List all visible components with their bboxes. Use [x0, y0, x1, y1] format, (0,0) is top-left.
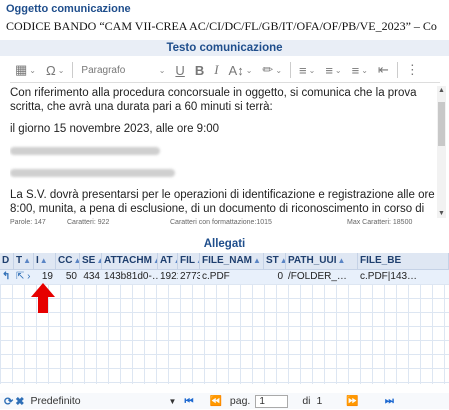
chevron-down-icon: ▼	[168, 396, 177, 406]
editor-paragraph: La S.V. dovrà presentarsi per le operazi…	[10, 189, 435, 215]
settings-icon[interactable]: ✖	[15, 395, 24, 408]
download-icon[interactable]: ↰	[0, 270, 14, 284]
column-header[interactable]: I▲	[34, 253, 56, 269]
font-size-icon[interactable]: A↕ ⌄	[224, 59, 258, 81]
italic-icon[interactable]: I	[209, 59, 223, 81]
message-editor[interactable]: Con riferimento alla procedura concorsua…	[10, 86, 435, 218]
column-header[interactable]: ST▲	[264, 253, 286, 269]
char-count: Caratteri: 922	[67, 219, 110, 226]
first-page-icon[interactable]: ⏮	[184, 396, 193, 407]
column-header[interactable]: PATH_UUI▲	[286, 253, 358, 269]
column-header[interactable]: CC▲	[56, 253, 80, 269]
table-row[interactable]: ↰ ⇱ › 19 50 434 143b81d0-… 1921 2773 c.P…	[0, 270, 449, 284]
layout-select-value: Predefinito	[30, 394, 81, 407]
column-header[interactable]: FIL▲	[178, 253, 200, 269]
char-formatted-count: Caratteri con formattazione:1015	[170, 219, 272, 226]
more-options-icon[interactable]: ⋮	[401, 59, 424, 81]
column-header[interactable]: T▲	[14, 253, 34, 269]
align-icon[interactable]: ≡ ⌄	[347, 59, 373, 81]
table-cell: 434	[83, 271, 100, 282]
column-header[interactable]: ATTACHM▲	[102, 253, 158, 269]
grid-header: D T▲ I▲ CC▲ SE▲ ATTACHM▲ AT▲ FIL▲ FILE_N…	[0, 253, 449, 270]
toolbar-separator	[72, 62, 74, 78]
scroll-thumb[interactable]	[438, 102, 445, 146]
editor-counters: Parole: 147 Caratteri: 922 Caratteri con…	[10, 219, 440, 229]
scroll-down-icon[interactable]: ▼	[437, 209, 446, 218]
empty-grid-area	[0, 284, 449, 384]
previous-page-icon[interactable]: ⏪	[209, 396, 221, 407]
toolbar-separator	[396, 62, 398, 78]
scroll-up-icon[interactable]: ▲	[437, 86, 446, 95]
column-header[interactable]: D	[0, 253, 14, 269]
layout-select[interactable]: Predefinito ▼	[27, 395, 176, 408]
last-page-icon[interactable]: ⏭	[385, 396, 394, 407]
toolbar-separator	[290, 62, 292, 78]
total-pages: 1	[316, 395, 323, 407]
bold-icon[interactable]: B	[190, 59, 209, 81]
editor-toolbar: ▦ ⌄ Ω ⌄ Paragrafo ⌄ U B I A↕ ⌄ ✏ ⌄ ≡ ⌄ ≡ ⌄ ≡ ⌄ ⇤…	[10, 58, 440, 83]
table-cell: 1921	[160, 271, 178, 282]
bulleted-list-icon[interactable]: ≡ ⌄	[294, 59, 320, 81]
of-label: di	[302, 395, 311, 407]
attachments-title: Allegati	[0, 236, 449, 252]
highlight-icon[interactable]: ✏ ⌄	[257, 59, 287, 81]
table-cell: 2773	[180, 271, 200, 282]
page-input[interactable]: 1	[255, 394, 289, 408]
subject-value: CODICE BANDO “CAM VII-CREA AC/CI/DC/FL/G…	[6, 19, 437, 33]
redacted-line	[10, 166, 435, 180]
table-cell: /FOLDER_…	[288, 271, 347, 282]
table-cell: c.PDF	[202, 271, 230, 282]
column-header[interactable]: SE▲	[80, 253, 102, 269]
paragraph-format-label: Paragrafo	[81, 64, 126, 76]
column-header[interactable]: FILE_BE	[358, 253, 449, 269]
paragraph-format-select[interactable]: Paragrafo ⌄	[76, 59, 170, 81]
column-header[interactable]: FILE_NAM▲	[200, 253, 264, 269]
redacted-line	[10, 144, 435, 158]
subject-label: Oggetto comunicazione	[6, 3, 131, 15]
editor-scrollbar[interactable]: ▲ ▼	[437, 86, 446, 218]
editor-paragraph: Con riferimento alla procedura concorsua…	[10, 87, 417, 113]
editor-paragraph: il giorno 15 novembre 2023, alle ore 9:0…	[10, 123, 220, 135]
underline-icon[interactable]: U	[170, 59, 189, 81]
max-char-count: Max Caratteri: 18500	[347, 219, 413, 226]
table-cell: c.PDF|143…	[360, 271, 418, 282]
expand-icon[interactable]: ⇱ ›	[14, 270, 34, 284]
column-header[interactable]: AT▲	[158, 253, 178, 269]
refresh-icon[interactable]: ⟳	[4, 395, 13, 408]
special-char-icon[interactable]: Ω ⌄	[41, 59, 69, 81]
table-cell: 50	[65, 271, 77, 282]
table-cell: 0	[277, 271, 283, 282]
red-up-arrow-icon	[31, 283, 55, 313]
word-count: Parole: 147	[10, 219, 46, 226]
page-label: pag.	[229, 395, 251, 407]
grid-pager: ⟳ ✖ Predefinito ▼ ⏮ ⏪ pag. 1 di 1 ⏩ ⏭	[0, 393, 449, 409]
indent-icon[interactable]: ⇤	[373, 59, 394, 81]
editor-section-title: Testo comunicazione	[0, 40, 449, 56]
table-cell: 19	[41, 271, 53, 282]
table-cell: 143b81d0-…	[104, 271, 158, 282]
numbered-list-icon[interactable]: ≡ ⌄	[320, 59, 346, 81]
table-icon[interactable]: ▦ ⌄	[10, 59, 41, 81]
next-page-icon[interactable]: ⏩	[346, 396, 358, 407]
attachments-grid: D T▲ I▲ CC▲ SE▲ ATTACHM▲ AT▲ FIL▲ FILE_N…	[0, 253, 449, 385]
